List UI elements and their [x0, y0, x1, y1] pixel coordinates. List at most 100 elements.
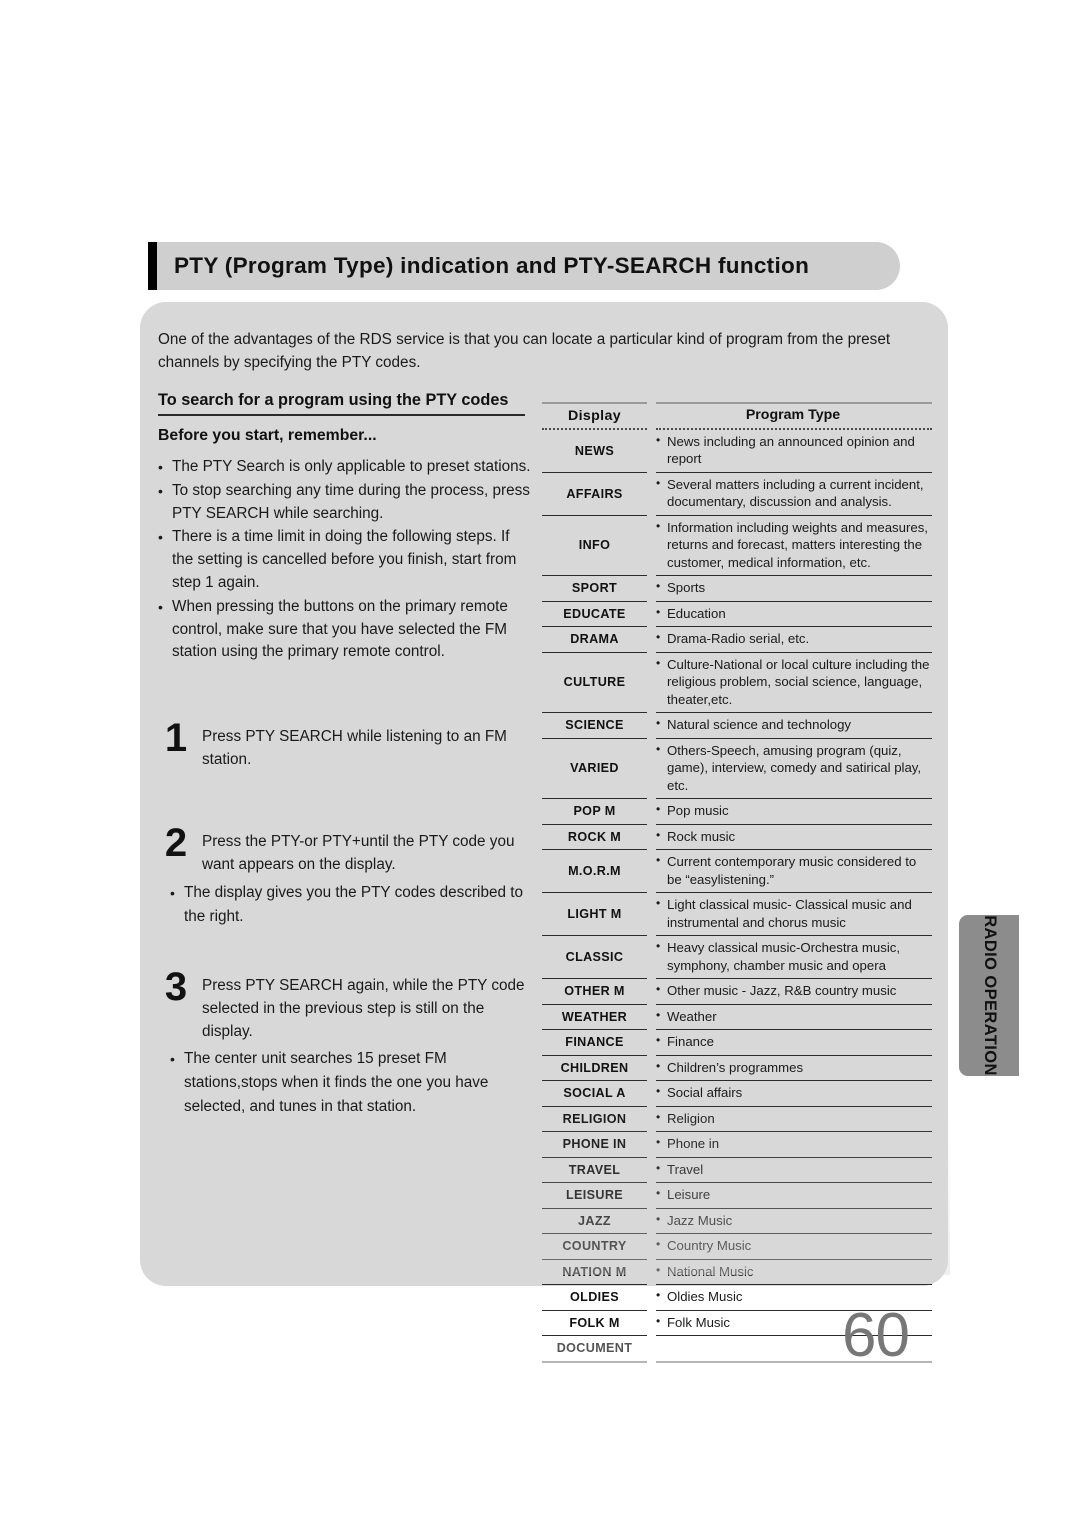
list-item: The PTY Search is only applicable to pre…: [158, 456, 533, 479]
program-type-text: Social affairs: [656, 1083, 930, 1102]
cell-program-type: Jazz Music: [656, 1209, 932, 1234]
manual-page: PTY (Program Type) indication and PTY-SE…: [0, 0, 1080, 1528]
program-type-text: Religion: [656, 1109, 930, 1128]
cell-program-type: Travel: [656, 1158, 932, 1183]
pty-code-table: Display Program Type NEWSNews including …: [542, 402, 932, 1363]
step-1: 1 Press PTY SEARCH while listening to an…: [158, 717, 536, 772]
table-row: CHILDREN Children’s programmes: [542, 1056, 932, 1081]
table-row: NATION M National Music: [542, 1260, 932, 1285]
cell-display-code: VARIED: [542, 739, 647, 799]
cell-program-type: Drama-Radio serial, etc.: [656, 627, 932, 653]
cell-program-type: Heavy classical music-Orchestra music, s…: [656, 936, 932, 979]
program-type-text: Heavy classical music-Orchestra music, s…: [656, 938, 930, 974]
cell-display-code: CLASSIC: [542, 936, 647, 979]
program-type-text: Jazz Music: [656, 1211, 930, 1230]
program-type-text: Finance: [656, 1032, 930, 1051]
table-row: OTHER M Other music - Jazz, R&B country m…: [542, 979, 932, 1005]
page-number: 60: [842, 1301, 910, 1370]
program-type-text: Light classical music- Classical music a…: [656, 895, 930, 931]
list-item: When pressing the buttons on the primary…: [158, 596, 533, 664]
cell-program-type: Several matters including a current inci…: [656, 473, 932, 516]
cell-display-code: TRAVEL: [542, 1158, 647, 1183]
list-item: The center unit searches 15 preset FM st…: [170, 1047, 536, 1119]
program-type-text: Other music - Jazz, R&B country music: [656, 981, 930, 1000]
cell-display-code: SCIENCE: [542, 713, 647, 739]
table-row: INFOInformation including weights and me…: [542, 516, 932, 576]
cell-display-code: DRAMA: [542, 627, 647, 653]
table-header-row: Display Program Type: [542, 402, 932, 430]
table-row: SOCIAL A Social affairs: [542, 1081, 932, 1107]
program-type-text: Pop music: [656, 801, 930, 820]
cell-display-code: DOCUMENT: [542, 1336, 647, 1363]
step-number: 1: [164, 716, 188, 760]
cell-program-type: National Music: [656, 1260, 932, 1285]
table-row: WEATHER Weather: [542, 1005, 932, 1030]
list-item: The display gives you the PTY codes desc…: [170, 881, 536, 929]
cell-display-code: POP M: [542, 799, 647, 825]
list-item: There is a time limit in doing the follo…: [158, 526, 533, 594]
table-row: CULTURECulture-National or local culture…: [542, 653, 932, 713]
program-type-text: Others-Speech, amusing program (quiz, ga…: [656, 741, 930, 795]
cell-program-type: Religion: [656, 1107, 932, 1132]
step-text: Press PTY SEARCH while listening to an F…: [202, 728, 507, 768]
table-row: VARIEDOthers-Speech, amusing program (qu…: [542, 739, 932, 799]
cell-program-type: News including an announced opinion and …: [656, 430, 932, 473]
program-type-text: Rock music: [656, 827, 930, 846]
table-row: FINANCE Finance: [542, 1030, 932, 1056]
cell-display-code: LIGHT M: [542, 893, 647, 936]
cell-program-type: Sports: [656, 576, 932, 602]
program-type-text: National Music: [656, 1262, 930, 1281]
table-row: AFFAIRSSeveral matters including a curre…: [542, 473, 932, 516]
section-title-bar: PTY (Program Type) indication and PTY-SE…: [148, 242, 900, 290]
table-row: CLASSICHeavy classical music-Orchestra m…: [542, 936, 932, 979]
table-row: ROCK M Rock music: [542, 825, 932, 850]
cell-program-type: Social affairs: [656, 1081, 932, 1107]
step-text: Press the PTY-or PTY+until the PTY code …: [202, 833, 515, 873]
step-number: 2: [164, 821, 188, 865]
step-3: 3 Press PTY SEARCH again, while the PTY …: [158, 966, 536, 1119]
column-header-program-type: Program Type: [656, 402, 932, 430]
cell-program-type: Children’s programmes: [656, 1056, 932, 1081]
program-type-text: Country Music: [656, 1236, 930, 1255]
program-type-text: Travel: [656, 1160, 930, 1179]
program-type-text: Information including weights and measur…: [656, 518, 930, 572]
cell-display-code: CULTURE: [542, 653, 647, 713]
table-row: COUNTRY Country Music: [542, 1234, 932, 1260]
cell-display-code: COUNTRY: [542, 1234, 647, 1260]
program-type-text: Several matters including a current inci…: [656, 475, 930, 511]
program-type-text: Children’s programmes: [656, 1058, 930, 1077]
cell-program-type: Pop music: [656, 799, 932, 825]
cell-display-code: SPORT: [542, 576, 647, 602]
page-title: PTY (Program Type) indication and PTY-SE…: [174, 253, 810, 278]
cell-display-code: ROCK M: [542, 825, 647, 850]
cell-program-type: Rock music: [656, 825, 932, 850]
cell-display-code: NATION M: [542, 1260, 647, 1285]
program-type-text: Culture-National or local culture includ…: [656, 655, 930, 709]
cell-program-type: Finance: [656, 1030, 932, 1056]
side-tab-radio-operation: RADIO OPERATION: [959, 915, 1019, 1076]
table-row: EDUCATE Education: [542, 602, 932, 627]
title-accent-bar: [148, 242, 157, 290]
cell-display-code: FOLK M: [542, 1311, 647, 1336]
cell-display-code: OLDIES: [542, 1285, 647, 1311]
table-row: NEWSNews including an announced opinion …: [542, 430, 932, 473]
column-header-display: Display: [542, 402, 647, 430]
cell-display-code: SOCIAL A: [542, 1081, 647, 1107]
cell-program-type: Culture-National or local culture includ…: [656, 653, 932, 713]
cell-display-code: LEISURE: [542, 1183, 647, 1209]
cell-display-code: NEWS: [542, 430, 647, 473]
cell-program-type: Phone in: [656, 1132, 932, 1158]
cell-display-code: AFFAIRS: [542, 473, 647, 516]
cell-display-code: M.O.R.M: [542, 850, 647, 893]
intro-paragraph: One of the advantages of the RDS service…: [158, 331, 891, 371]
left-column: To search for a program using the PTY co…: [158, 391, 533, 665]
cell-program-type: Natural science and technology: [656, 713, 932, 739]
cell-program-type: Country Music: [656, 1234, 932, 1260]
cell-display-code: JAZZ: [542, 1209, 647, 1234]
program-type-text: Drama-Radio serial, etc.: [656, 629, 930, 648]
cell-program-type: Other music - Jazz, R&B country music: [656, 979, 932, 1005]
cell-display-code: INFO: [542, 516, 647, 576]
table-row: PHONE IN Phone in: [542, 1132, 932, 1158]
step-text: Press PTY SEARCH again, while the PTY co…: [202, 977, 525, 1040]
step-number: 3: [164, 965, 188, 1009]
